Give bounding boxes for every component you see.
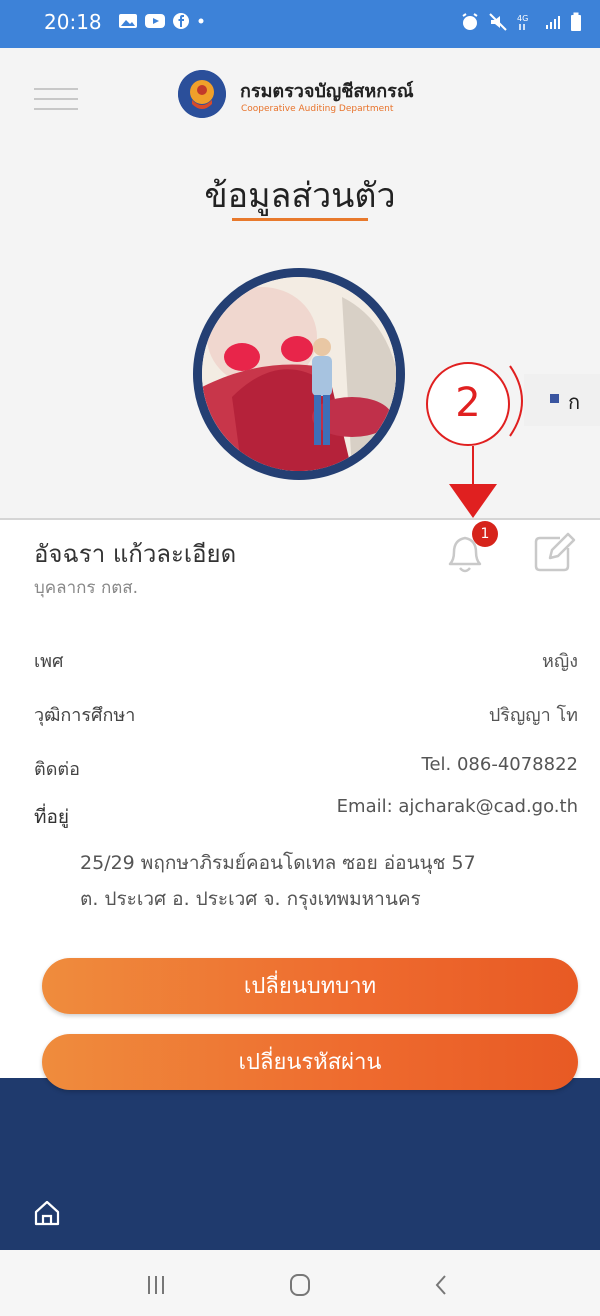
edit-icon[interactable]	[530, 530, 576, 576]
battery-icon	[571, 12, 581, 31]
profile-name: อัจฉรา แก้วละเอียด	[34, 540, 237, 568]
menu-icon[interactable]	[34, 88, 78, 110]
org-name-thai: กรมตรวจบัญชีสหกรณ์	[240, 81, 414, 102]
annotation-arrow-line	[472, 446, 474, 486]
address-line-1: 25/29 พฤกษาภิรมย์คอนโดเทล ซอย อ่อนนุช 57	[80, 852, 476, 874]
email-value: Email: ajcharak@cad.go.th	[336, 796, 578, 817]
status-system-icons: 4G	[460, 12, 582, 32]
back-icon[interactable]	[422, 1270, 462, 1300]
alarm-icon	[462, 13, 478, 30]
svg-text:4G: 4G	[517, 14, 528, 23]
annotation-number: 2	[426, 362, 510, 446]
recent-apps-icon[interactable]	[136, 1270, 176, 1300]
change-role-button[interactable]: เปลี่ยนบทบาท	[42, 958, 578, 1014]
change-password-button[interactable]: เปลี่ยนรหัสผ่าน	[42, 1034, 578, 1090]
dot-icon	[198, 18, 204, 24]
bottom-panel	[0, 1078, 600, 1250]
callout-bracket	[509, 365, 523, 437]
title-underline	[232, 218, 368, 221]
facebook-icon	[173, 13, 189, 29]
status-bar: 20:18 4G	[0, 0, 600, 48]
status-notification-icons	[118, 12, 206, 30]
address-label: ที่อยู่	[34, 806, 70, 828]
profile-photo	[202, 277, 396, 471]
home-icon[interactable]	[32, 1198, 62, 1228]
phone-value: Tel. 086-4078822	[421, 754, 578, 775]
page-title: ข้อมูลส่วนตัว	[204, 176, 396, 216]
status-time: 20:18	[44, 10, 102, 34]
address-line-2: ต. ประเวศ อ. ประเวศ จ. กรุงเทพมหานคร	[80, 888, 421, 910]
home-button-icon[interactable]	[280, 1270, 320, 1300]
education-label: วุฒิการศึกษา	[34, 705, 136, 726]
avatar	[193, 268, 405, 480]
gallery-icon	[119, 14, 137, 28]
org-name-english: Cooperative Auditing Department	[241, 104, 394, 114]
signal-icon	[546, 16, 560, 29]
callout-text: ก	[568, 390, 581, 414]
education-value: ปริญญา โท	[488, 705, 578, 726]
gender-label: เพศ	[34, 651, 64, 672]
gender-value: หญิง	[542, 651, 578, 672]
callout-bullet	[550, 394, 559, 403]
org-logo	[178, 70, 226, 118]
mute-icon	[489, 13, 507, 31]
profile-role: บุคลากร กตส.	[34, 578, 139, 598]
annotation-arrow-icon	[449, 484, 497, 518]
network-4g-icon: 4G	[517, 14, 528, 30]
app-header: กรมตรวจบัญชีสหกรณ์ Cooperative Auditing …	[0, 48, 600, 138]
youtube-icon	[145, 14, 165, 28]
contact-label: ติดต่อ	[34, 759, 80, 780]
notification-badge: 1	[472, 521, 498, 547]
